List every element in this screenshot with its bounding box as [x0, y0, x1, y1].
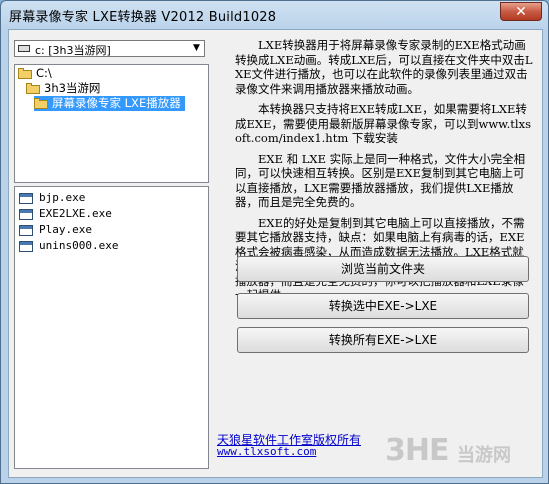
exe-file-icon: [19, 208, 33, 220]
dir-item-3h3[interactable]: 3h3当游网: [26, 81, 100, 96]
description-paragraph: EXE 和 LXE 实际上是同一种格式，文件大小完全相同，可以快速相互转换。区别…: [235, 151, 526, 210]
drive-select-value: c: [3h3当游网]: [35, 44, 111, 57]
open-folder-icon: [26, 83, 41, 94]
directory-list[interactable]: C:\ 3h3当游网 屏幕录像专家 LXE播放器: [14, 64, 209, 183]
dir-item-label: C:\: [36, 66, 52, 80]
file-item-label: Play.exe: [39, 223, 92, 236]
website-link[interactable]: www.tlxsoft.com: [217, 445, 316, 458]
drive-select[interactable]: c: [3h3当游网] ▼: [14, 40, 205, 57]
description-paragraph: 本转换器只支持将EXE转成LXE，如果需要将LXE转成EXE，需要使用最新版屏幕…: [235, 102, 531, 145]
file-item-label: unins000.exe: [39, 239, 119, 252]
file-item-label: bjp.exe: [39, 191, 86, 204]
drive-icon: [18, 45, 30, 52]
window-title: 屏幕录像专家 LXE转换器 V2012 Build1028: [9, 10, 277, 25]
dir-item-label: 屏幕录像专家 LXE播放器: [52, 96, 181, 110]
open-folder-icon: [34, 98, 49, 109]
file-item[interactable]: EXE2LXE.exe: [19, 206, 112, 221]
watermark-text: 当游网: [457, 445, 511, 466]
close-button[interactable]: ✕: [500, 2, 542, 21]
dir-item-lxe-player[interactable]: 屏幕录像专家 LXE播放器: [34, 96, 185, 111]
browse-folder-button[interactable]: 浏览当前文件夹: [237, 256, 529, 282]
watermark-logo: 3HE: [385, 433, 449, 468]
exe-file-icon: [19, 240, 33, 252]
exe-file-icon: [19, 192, 33, 204]
description-paragraph: LXE转换器用于将屏幕录像专家录制的EXE格式动画转换成LXE动画。转成LXE后…: [235, 38, 533, 96]
file-item-label: EXE2LXE.exe: [39, 207, 112, 220]
convert-selected-button[interactable]: 转换选中EXE->LXE: [237, 293, 529, 319]
file-item[interactable]: Play.exe: [19, 222, 92, 237]
exe-file-icon: [19, 224, 33, 236]
open-folder-icon: [18, 68, 33, 79]
watermark: 3HE 当游网: [385, 431, 535, 471]
dir-item-label: 3h3当游网: [44, 81, 101, 95]
dir-item-root[interactable]: C:\: [18, 66, 52, 81]
chevron-down-icon[interactable]: ▼: [190, 42, 203, 55]
client-area: c: [3h3当游网] ▼ C:\ 3h3当游网 屏幕录像专家 LXE播放器 b…: [8, 29, 543, 478]
convert-all-button[interactable]: 转换所有EXE->LXE: [237, 327, 529, 353]
main-window: 屏幕录像专家 LXE转换器 V2012 Build1028 ✕ c: [3h3当…: [0, 0, 549, 484]
file-item[interactable]: unins000.exe: [19, 238, 118, 253]
file-item[interactable]: bjp.exe: [19, 190, 85, 205]
file-list[interactable]: bjp.exe EXE2LXE.exe Play.exe unins000.ex…: [14, 186, 209, 469]
title-bar[interactable]: 屏幕录像专家 LXE转换器 V2012 Build1028 ✕: [1, 1, 548, 29]
